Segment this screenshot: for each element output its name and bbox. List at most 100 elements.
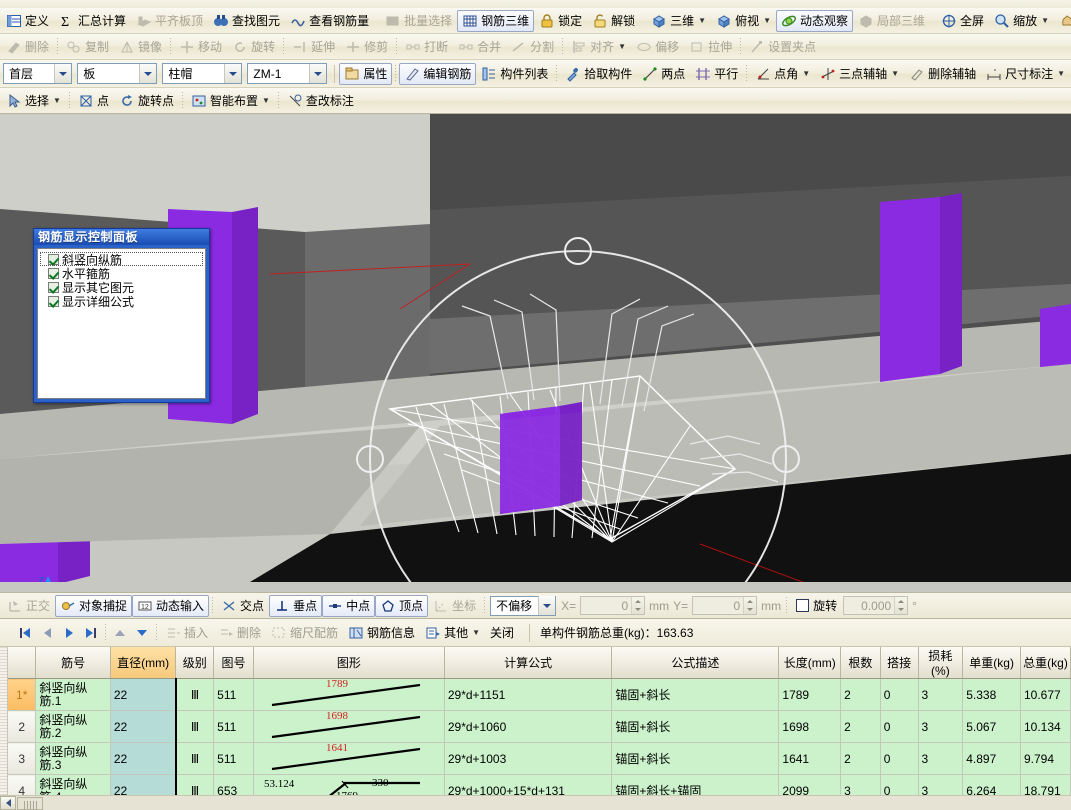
toolbar-button-view-rebar-icon[interactable]: 查看钢筋量 xyxy=(285,10,374,32)
table-cell-len[interactable]: 1789 xyxy=(778,678,842,711)
scroll-thumb[interactable] xyxy=(17,796,43,810)
toolbar-button-edit-annotation-icon[interactable]: 查改标注 xyxy=(282,90,359,112)
table-cell-lap[interactable]: 0 xyxy=(880,678,919,711)
table-header-len[interactable]: 长度(mm) xyxy=(778,647,842,679)
table-cell-shape[interactable]: 1641 xyxy=(253,742,445,775)
move-up-button[interactable] xyxy=(109,623,131,643)
rebar-table[interactable]: 筋号 直径(mm) 级别 图号 图形 计算公式 公式描述 长度(mm) 根数 搭接 损耗(%) 单重(… xyxy=(8,647,1071,810)
y-coord-field[interactable]: 0 xyxy=(692,596,758,615)
table-cell-lvl[interactable]: Ⅲ xyxy=(175,710,215,743)
toolbar-button-zoom-icon[interactable]: 缩放 ▼ xyxy=(989,10,1054,32)
toolbar-button-pan-icon[interactable]: 平移 xyxy=(1054,10,1071,32)
chevron-down-icon[interactable]: ▼ xyxy=(618,42,626,51)
checkbox-2[interactable] xyxy=(48,281,59,293)
previous-record-button[interactable] xyxy=(36,623,58,643)
snap-toggle-midpoint-icon[interactable]: 中点 xyxy=(322,594,376,617)
snap-toggle-coordinate-icon[interactable]: 坐标 xyxy=(428,595,481,617)
table-cell-cnt[interactable]: 2 xyxy=(840,678,881,711)
table-header-name[interactable]: 筋号 xyxy=(35,647,111,679)
chevron-down-icon[interactable]: ▼ xyxy=(262,96,270,105)
status-toggle-dynamic-input-icon[interactable]: 12 动态输入 xyxy=(132,594,210,617)
toolbar-button-cursor-icon[interactable]: 选择 ▼ xyxy=(1,90,66,112)
toolbar-button-edit-rebar-icon[interactable]: 编辑钢筋 xyxy=(399,62,477,85)
table-row[interactable]: 1* 斜竖向纵筋.1 22 Ⅲ 511 1789 29*d+1151 锚固+斜长 1789 2 0 3… xyxy=(8,678,1071,711)
offset-mode-selector[interactable]: 不偏移 xyxy=(490,595,557,616)
toolbar-button-component-list-icon[interactable]: 构件列表 xyxy=(476,63,553,85)
x-coord-field[interactable]: 0 xyxy=(580,596,646,615)
table-cell-tot[interactable]: 9.794 xyxy=(1020,742,1071,775)
chevron-down-icon[interactable]: ▼ xyxy=(53,96,61,105)
toolbar-button-rebar-3d-icon[interactable]: 钢筋三维 xyxy=(457,9,535,32)
last-record-button[interactable] xyxy=(80,623,102,643)
rebar-display-control-panel[interactable]: 钢筋显示控制面板 斜竖向纵筋 水平箍筋 显示其它图元 显示详细公式 xyxy=(33,228,210,403)
table-cell-len[interactable]: 1698 xyxy=(778,710,842,743)
rebar-checkbox-list[interactable]: 斜竖向纵筋 水平箍筋 显示其它图元 显示详细公式 xyxy=(37,248,206,399)
table-header-shape[interactable]: 图形 xyxy=(253,647,445,679)
table-body[interactable]: 1* 斜竖向纵筋.1 22 Ⅲ 511 1789 29*d+1151 锚固+斜长 1789 2 0 3… xyxy=(8,678,1071,810)
table-cell-lvl[interactable]: Ⅲ xyxy=(175,678,215,711)
rotate-checkbox[interactable] xyxy=(796,599,810,612)
table-cell-lap[interactable]: 0 xyxy=(880,710,919,743)
table-cell-formula[interactable]: 29*d+1151 xyxy=(444,678,613,711)
y-coord-spinner[interactable] xyxy=(743,597,757,614)
table-header-formula[interactable]: 计算公式 xyxy=(444,647,613,679)
table-row[interactable]: 3 斜竖向纵筋.3 22 Ⅲ 511 1641 29*d+1003 锚固+斜长 1641 2 0 3 4… xyxy=(8,742,1071,775)
toolbar-button-dimension-icon[interactable]: 尺寸标注 ▼ xyxy=(981,63,1070,85)
member-selector[interactable]: 柱帽 xyxy=(162,63,243,84)
table-cell-name[interactable]: 斜竖向纵筋.1 xyxy=(35,678,111,711)
table-cell-formula[interactable]: 29*d+1003 xyxy=(444,742,613,775)
table-cell-tot[interactable]: 10.134 xyxy=(1020,710,1071,743)
rebar-checkbox-row-3[interactable]: 显示详细公式 xyxy=(40,294,203,309)
snap-toggle-intersection-icon[interactable]: 交点 xyxy=(216,595,269,617)
toolbar-button-define-icon[interactable]: 定义 xyxy=(1,10,54,32)
table-cell-name[interactable]: 斜竖向纵筋.3 xyxy=(35,742,111,775)
grid-button-close-icon[interactable]: 关闭 xyxy=(485,622,519,644)
rotate-field[interactable]: 0.000 xyxy=(843,596,909,615)
table-cell-dia[interactable]: 22 xyxy=(110,742,177,775)
floor-selector[interactable]: 首层 xyxy=(3,63,73,84)
table-cell-tno[interactable]: 511 xyxy=(213,678,254,711)
grid-button-other-icon[interactable]: 其他 ▼ xyxy=(420,622,485,644)
table-cell-unit[interactable]: 5.067 xyxy=(962,710,1021,743)
table-cell-dia[interactable]: 22 xyxy=(110,678,177,711)
table-header-dia[interactable]: 直径(mm) xyxy=(110,647,177,679)
member-name-selector-arrow[interactable] xyxy=(309,64,327,83)
toolbar-button-point-angle-icon[interactable]: 点角 ▼ xyxy=(750,63,815,85)
x-coord-spinner[interactable] xyxy=(631,597,645,614)
table-header-lvl[interactable]: 级别 xyxy=(175,647,215,679)
next-record-button[interactable] xyxy=(58,623,80,643)
chevron-down-icon[interactable]: ▼ xyxy=(763,16,771,25)
chevron-down-icon[interactable]: ▼ xyxy=(1041,16,1049,25)
table-header-cnt[interactable]: 根数 xyxy=(840,647,881,679)
table-row[interactable]: 2 斜竖向纵筋.2 22 Ⅲ 511 1698 29*d+1060 锚固+斜长 1698 2 0 3 5… xyxy=(8,710,1071,743)
table-header-tno[interactable]: 图号 xyxy=(213,647,254,679)
table-cell-rn[interactable]: 2 xyxy=(8,710,37,743)
table-cell-tno[interactable]: 511 xyxy=(213,710,254,743)
table-cell-tno[interactable]: 511 xyxy=(213,742,254,775)
toolbar-button-cube-icon[interactable]: 三维 ▼ xyxy=(646,10,711,32)
chevron-down-icon[interactable]: ▼ xyxy=(472,628,480,637)
table-header-desc[interactable]: 公式描述 xyxy=(611,647,780,679)
member-name-selector[interactable]: ZM-1 xyxy=(247,63,328,84)
table-cell-rn[interactable]: 1* xyxy=(8,678,37,711)
snap-toggle-perpendicular-icon[interactable]: 垂点 xyxy=(269,594,323,617)
chevron-down-icon[interactable]: ▼ xyxy=(1057,69,1065,78)
table-cell-unit[interactable]: 4.897 xyxy=(962,742,1021,775)
component-type-selector-arrow[interactable] xyxy=(139,64,157,83)
rotate-spinner[interactable] xyxy=(894,597,908,614)
status-toggle-snap-icon[interactable]: 对象捕捉 xyxy=(55,594,133,617)
toolbar-button-smart-layout-icon[interactable]: 智能布置 ▼ xyxy=(186,90,275,112)
table-cell-unit[interactable]: 5.338 xyxy=(962,678,1021,711)
table-cell-cnt[interactable]: 2 xyxy=(840,710,881,743)
table-cell-formula[interactable]: 29*d+1060 xyxy=(444,710,613,743)
table-cell-desc[interactable]: 锚固+斜长 xyxy=(611,678,780,711)
rebar-table-container[interactable]: 筋号 直径(mm) 级别 图号 图形 计算公式 公式描述 长度(mm) 根数 搭接 损耗(%) 单重(… xyxy=(0,647,1071,810)
snap-toggle-vertex-icon[interactable]: 顶点 xyxy=(375,594,429,617)
checkbox-0[interactable] xyxy=(48,253,59,265)
horizontal-scrollbar[interactable] xyxy=(0,795,1071,810)
table-cell-loss[interactable]: 3 xyxy=(918,678,964,711)
table-cell-desc[interactable]: 锚固+斜长 xyxy=(611,742,780,775)
toolbar-button-rotate-point-icon[interactable]: 旋转点 xyxy=(114,90,179,112)
table-cell-desc[interactable]: 锚固+斜长 xyxy=(611,710,780,743)
table-header-lap[interactable]: 搭接 xyxy=(880,647,919,679)
